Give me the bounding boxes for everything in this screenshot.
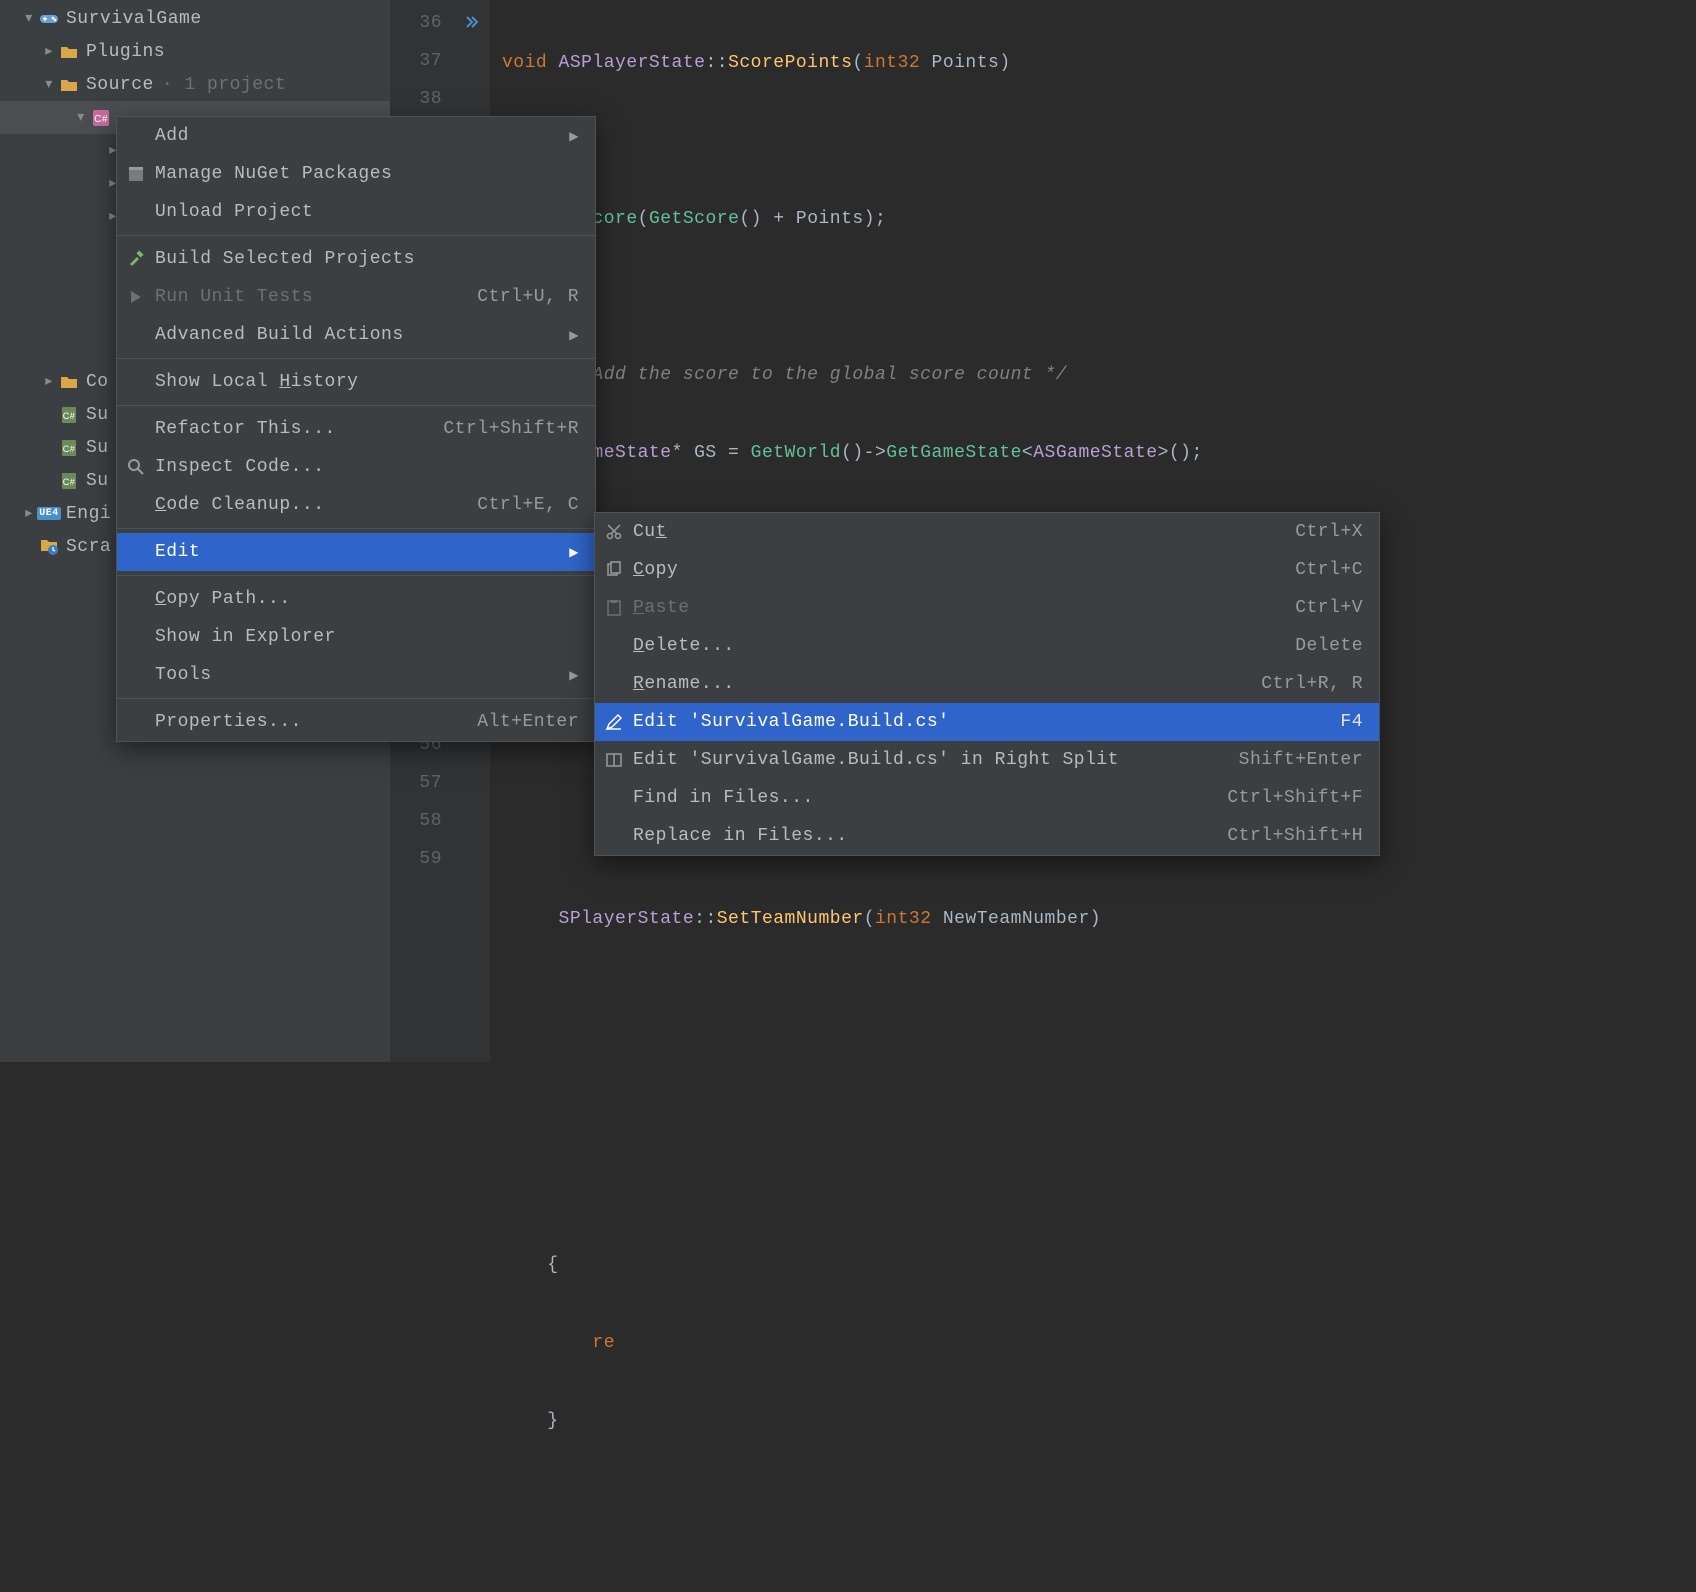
tree-label: Su	[86, 471, 109, 491]
line-number: 57	[390, 764, 454, 802]
implements-icon[interactable]	[454, 4, 490, 42]
tree-item-source[interactable]: ▾ Source · 1 project	[0, 68, 390, 101]
menu-item-inspect[interactable]: Inspect Code...	[117, 448, 595, 486]
menu-item-build[interactable]: Build Selected Projects	[117, 240, 595, 278]
tree-label: Plugins	[86, 42, 165, 62]
chevron-right-icon: ▶	[569, 328, 579, 343]
menu-item-replace-in-files[interactable]: Replace in Files...Ctrl+Shift+H	[595, 817, 1379, 855]
magnifier-icon	[117, 458, 155, 476]
tree-label: Co	[86, 372, 109, 392]
line-number: 59	[390, 840, 454, 878]
menu-item-copy[interactable]: CopyCtrl+C	[595, 551, 1379, 589]
line-number: 38	[390, 80, 454, 118]
menu-item-edit-split[interactable]: Edit 'SurvivalGame.Build.cs' in Right Sp…	[595, 741, 1379, 779]
tree-item-plugins[interactable]: ▸ Plugins	[0, 35, 390, 68]
chevron-down-icon: ▾	[72, 109, 90, 126]
folder-icon	[58, 375, 80, 389]
menu-item-cut[interactable]: CutCtrl+X	[595, 513, 1379, 551]
menu-item-find-in-files[interactable]: Find in Files...Ctrl+Shift+F	[595, 779, 1379, 817]
hammer-icon	[117, 250, 155, 268]
nuget-icon	[117, 165, 155, 183]
line-number: 58	[390, 802, 454, 840]
paste-icon	[595, 599, 633, 617]
folder-icon	[58, 45, 80, 59]
folder-icon	[58, 78, 80, 92]
tree-label: Source	[86, 75, 154, 95]
tree-note: · 1 project	[162, 75, 286, 95]
csharp-file-icon: C#	[58, 439, 80, 457]
scissors-icon	[595, 523, 633, 541]
split-right-icon	[595, 751, 633, 769]
tree-label: Engi	[66, 504, 111, 524]
chevron-right-icon: ▶	[569, 129, 579, 144]
csharp-file-icon: C#	[58, 472, 80, 490]
tree-label: Scra	[66, 537, 111, 557]
svg-text:C#: C#	[94, 114, 108, 125]
csharp-project-icon: C#	[90, 109, 112, 127]
menu-item-edit[interactable]: Edit▶	[117, 533, 595, 571]
context-menu-edit: CutCtrl+X CopyCtrl+C PasteCtrl+V Delete.…	[594, 512, 1380, 856]
context-menu-project: Add▶ Manage NuGet Packages Unload Projec…	[116, 116, 596, 742]
menu-item-unload[interactable]: Unload Project	[117, 193, 595, 231]
chevron-down-icon: ▾	[20, 10, 38, 27]
menu-item-rename[interactable]: Rename...Ctrl+R, R	[595, 665, 1379, 703]
game-controller-icon	[38, 12, 60, 26]
menu-item-edit-file[interactable]: Edit 'SurvivalGame.Build.cs'F4	[595, 703, 1379, 741]
menu-item-nuget[interactable]: Manage NuGet Packages	[117, 155, 595, 193]
svg-text:C#: C#	[63, 477, 76, 487]
svg-text:C#: C#	[63, 411, 76, 421]
menu-item-advanced-build[interactable]: Advanced Build Actions▶	[117, 316, 595, 354]
menu-item-copy-path[interactable]: Copy Path...	[117, 580, 595, 618]
tree-label: SurvivalGame	[66, 9, 202, 29]
chevron-right-icon: ▶	[569, 668, 579, 683]
svg-text:C#: C#	[63, 444, 76, 454]
tree-label: Su	[86, 405, 109, 425]
play-icon	[117, 290, 155, 304]
menu-item-add[interactable]: Add▶	[117, 117, 595, 155]
line-number: 37	[390, 42, 454, 80]
chevron-right-icon: ▸	[40, 43, 58, 60]
chevron-down-icon: ▾	[40, 76, 58, 93]
menu-item-tools[interactable]: Tools▶	[117, 656, 595, 694]
menu-item-cleanup[interactable]: Code Cleanup...Ctrl+E, C	[117, 486, 595, 524]
line-number: 36	[390, 4, 454, 42]
tree-item-root[interactable]: ▾ SurvivalGame	[0, 2, 390, 35]
chevron-right-icon: ▸	[20, 505, 38, 522]
chevron-right-icon: ▶	[569, 545, 579, 560]
csharp-file-icon: C#	[58, 406, 80, 424]
unreal-engine-icon: UE4	[38, 507, 60, 520]
menu-item-show-explorer[interactable]: Show in Explorer	[117, 618, 595, 656]
scratches-icon	[38, 538, 60, 556]
menu-item-refactor[interactable]: Refactor This...Ctrl+Shift+R	[117, 410, 595, 448]
tree-label: Su	[86, 438, 109, 458]
menu-item-local-history[interactable]: Show Local History	[117, 363, 595, 401]
menu-item-run-tests: Run Unit TestsCtrl+U, R	[117, 278, 595, 316]
menu-item-paste: PasteCtrl+V	[595, 589, 1379, 627]
pencil-icon	[595, 713, 633, 731]
menu-item-properties[interactable]: Properties...Alt+Enter	[117, 703, 595, 741]
copy-icon	[595, 561, 633, 579]
menu-item-delete[interactable]: Delete...Delete	[595, 627, 1379, 665]
chevron-right-icon: ▸	[40, 373, 58, 390]
